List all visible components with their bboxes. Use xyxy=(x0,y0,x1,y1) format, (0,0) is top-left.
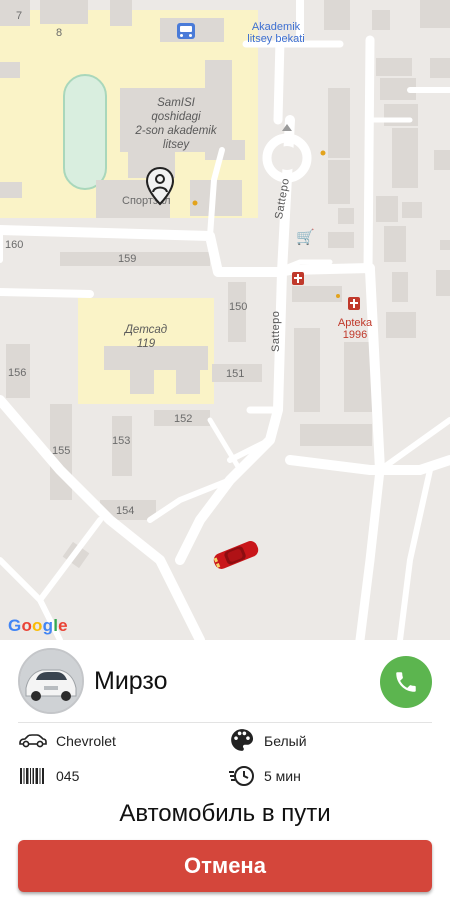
pharmacy-label[interactable]: Apteka 1996 xyxy=(330,317,380,341)
eta-time: 5 мин xyxy=(264,768,301,784)
clock-icon xyxy=(229,766,254,786)
ride-status: Автомобиль в пути xyxy=(119,800,331,827)
house-number: 154 xyxy=(116,505,135,517)
pharmacy-icon[interactable] xyxy=(292,272,304,285)
barcode-icon xyxy=(20,768,44,784)
location-pin-icon[interactable] xyxy=(144,166,176,208)
kindergarten-label[interactable]: Детсад 119 xyxy=(116,323,176,351)
street-label: Sattepo xyxy=(270,310,282,352)
house-number: 159 xyxy=(118,253,137,265)
google-logo: Google xyxy=(8,616,68,635)
phone-icon xyxy=(396,672,416,692)
house-number: 151 xyxy=(226,368,245,380)
driver-name: Мирзо xyxy=(94,667,168,695)
house-number: 153 xyxy=(112,435,131,447)
school-label[interactable]: SamISI qoshidagi 2-son akademik litsey xyxy=(116,96,236,152)
house-number: 155 xyxy=(52,445,71,457)
car-plate: 045 xyxy=(56,768,80,784)
cancel-button[interactable]: Отмена xyxy=(18,840,432,892)
pharmacy-icon[interactable] xyxy=(348,297,360,310)
shopping-cart-icon[interactable]: 🛒 xyxy=(296,230,315,245)
car-photo-avatar xyxy=(18,648,84,714)
house-number: 7 xyxy=(16,10,23,22)
map-view[interactable]: 🛒 7 8 160 159 150 151 152 153 154 155 15… xyxy=(0,0,450,640)
house-number: 156 xyxy=(8,367,27,379)
car-color: Белый xyxy=(264,733,307,749)
car-icon xyxy=(19,734,47,748)
car-model: Chevrolet xyxy=(56,733,116,749)
house-number: 8 xyxy=(56,27,63,39)
house-number: 152 xyxy=(174,413,193,425)
bus-stop-label[interactable]: Akademik litsey bekati xyxy=(236,21,316,45)
palette-icon xyxy=(231,729,254,751)
divider xyxy=(18,722,432,723)
house-number: 150 xyxy=(229,301,248,313)
bus-stop-icon[interactable] xyxy=(177,23,195,39)
call-button[interactable] xyxy=(380,656,432,708)
house-number: 160 xyxy=(5,239,24,251)
